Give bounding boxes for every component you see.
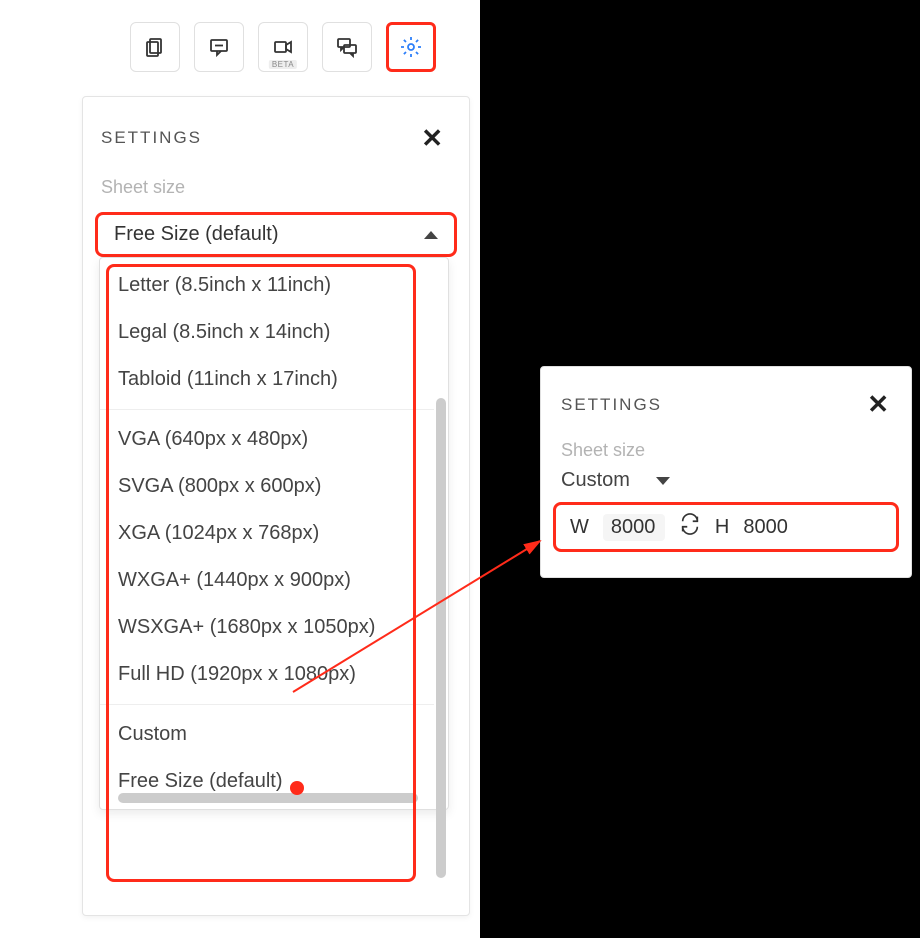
sheet-size-select-right[interactable]: Custom xyxy=(541,469,911,498)
close-icon[interactable]: ✕ xyxy=(421,125,443,151)
option-xga[interactable]: XGA (1024px x 768px) xyxy=(100,510,434,557)
sheet-size-select[interactable]: Free Size (default) xyxy=(95,212,457,257)
sheet-size-selected-right: Custom xyxy=(561,469,630,492)
video-button[interactable]: BETA xyxy=(258,22,308,72)
option-tabloid[interactable]: Tabloid (11inch x 17inch) xyxy=(100,356,434,403)
divider xyxy=(100,704,434,705)
option-vga[interactable]: VGA (640px x 480px) xyxy=(100,416,434,463)
option-svga[interactable]: SVGA (800px x 600px) xyxy=(100,463,434,510)
sheet-size-label: Sheet size xyxy=(83,159,469,206)
height-value[interactable]: 8000 xyxy=(743,516,788,539)
close-icon-right[interactable]: ✕ xyxy=(867,389,889,420)
panel-title: SETTINGS xyxy=(101,128,202,148)
beta-badge: BETA xyxy=(269,60,297,69)
option-wxga[interactable]: WXGA+ (1440px x 900px) xyxy=(100,557,434,604)
pages-button[interactable] xyxy=(130,22,180,72)
dropdown-scrollbar-horizontal[interactable] xyxy=(118,793,418,803)
custom-dimensions-row: W 8000 H 8000 xyxy=(553,502,899,552)
option-wsxga[interactable]: WSXGA+ (1680px x 1050px) xyxy=(100,604,434,651)
top-toolbar: BETA xyxy=(130,22,436,72)
chat-button[interactable] xyxy=(322,22,372,72)
annotation-dot xyxy=(290,781,304,795)
option-fullhd[interactable]: Full HD (1920px x 1080px) xyxy=(100,651,434,698)
width-input[interactable]: 8000 xyxy=(603,514,665,541)
option-letter[interactable]: Letter (8.5inch x 11inch) xyxy=(100,262,434,309)
sheet-size-selected-value: Free Size (default) xyxy=(114,223,279,246)
settings-button[interactable] xyxy=(386,22,436,72)
option-legal[interactable]: Legal (8.5inch x 14inch) xyxy=(100,309,434,356)
sheet-size-label-right: Sheet size xyxy=(541,424,911,469)
settings-panel-custom: SETTINGS ✕ Sheet size Custom W 8000 H 80… xyxy=(540,366,912,578)
caret-up-icon xyxy=(424,231,438,239)
panel-title-right: SETTINGS xyxy=(561,395,662,415)
divider xyxy=(100,409,434,410)
sheet-size-dropdown: Letter (8.5inch x 11inch) Legal (8.5inch… xyxy=(99,257,449,810)
swap-icon[interactable] xyxy=(679,513,701,541)
width-label: W xyxy=(570,516,589,539)
option-custom[interactable]: Custom xyxy=(100,711,434,758)
comment-button[interactable] xyxy=(194,22,244,72)
settings-panel: SETTINGS ✕ Sheet size Free Size (default… xyxy=(82,96,470,916)
dropdown-scrollbar-vertical[interactable] xyxy=(436,398,446,878)
height-label: H xyxy=(715,516,729,539)
caret-down-icon xyxy=(656,477,670,485)
